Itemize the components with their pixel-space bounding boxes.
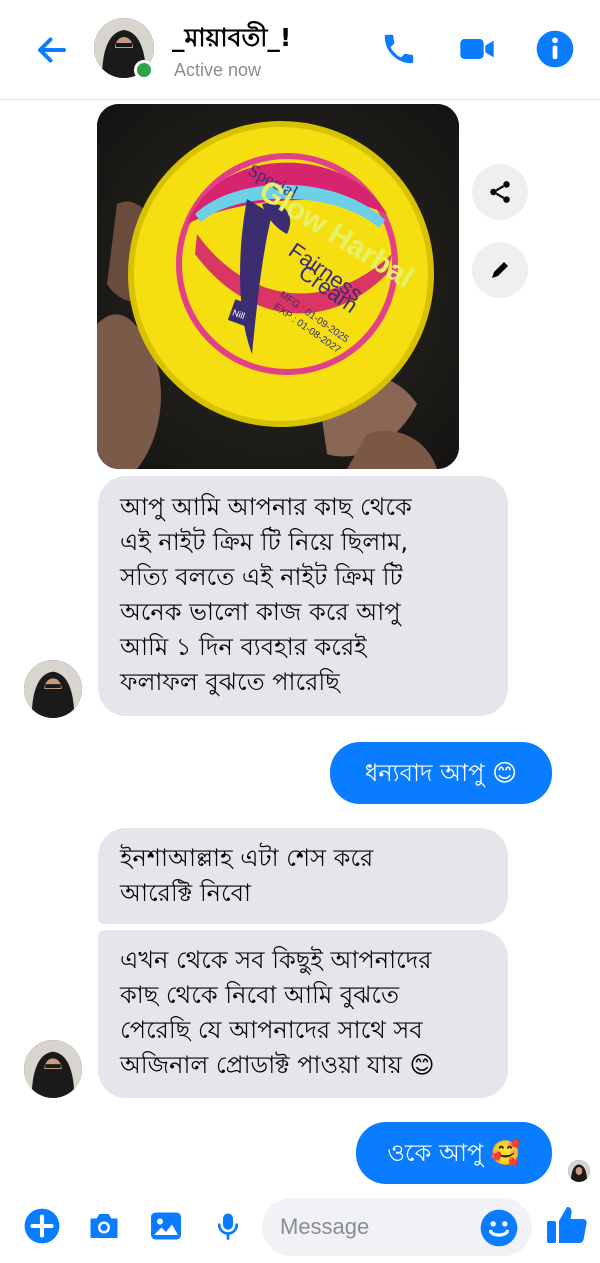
active-status: Active now	[174, 60, 262, 80]
incoming-message-3[interactable]: এখন থেকে সব কিছুই আপনাদের কাছ থেকে নিবো …	[98, 930, 508, 1098]
message-composer	[0, 1190, 600, 1263]
phone-icon	[384, 34, 414, 64]
message-line: এই নাইট ক্রিম টি নিয়ে ছিলাম,	[120, 528, 409, 556]
message-line: আপু আমি আপনার কাছ থেকে	[120, 493, 412, 521]
incoming-message-2[interactable]: ইনশাআল্লাহ এটা শেস করে আরেক্টি নিবো	[98, 828, 508, 924]
back-button[interactable]	[28, 28, 76, 72]
incoming-message-1[interactable]: আপু আমি আপনার কাছ থেকে এই নাইট ক্রিম টি …	[98, 476, 508, 716]
message-line: সত্যি বলতে এই নাইট ক্রিম টি	[120, 563, 403, 591]
info-button[interactable]	[534, 28, 576, 70]
arrow-left-icon	[38, 37, 66, 63]
message-line: অজিনাল প্রোডাক্ট পাওয়া যায় 😊	[120, 1051, 435, 1079]
camera-icon	[90, 1214, 118, 1238]
video-camera-icon	[460, 39, 494, 59]
edit-button[interactable]	[472, 242, 528, 298]
message-line: অনেক ভালো কাজ করে আপু	[120, 598, 401, 626]
thumbs-up-icon	[547, 1207, 587, 1243]
message-line: ইনশাআল্লাহ এটা শেস করে	[120, 844, 374, 872]
share-icon	[490, 181, 510, 203]
message-line: ফলাফল বুঝতে পারেছি	[120, 668, 340, 696]
emoji-icon	[480, 1209, 518, 1247]
more-actions-button[interactable]	[20, 1204, 64, 1248]
gallery-button[interactable]	[144, 1204, 188, 1248]
voice-button[interactable]	[206, 1204, 250, 1248]
sender-avatar[interactable]	[24, 1040, 82, 1098]
message-line: কাছ থেকে নিবো আমি বুঝতে	[120, 981, 400, 1009]
plus-icon	[24, 1208, 60, 1244]
emoji-button[interactable]	[478, 1207, 520, 1249]
sender-avatar[interactable]	[24, 660, 82, 718]
image-icon	[151, 1212, 181, 1240]
message-line: আমি ১ দিন ব্যবহার করেই	[120, 633, 367, 661]
product-photo[interactable]: Special Glow Harbal Fairness Cream MFG :…	[97, 104, 459, 469]
message-line: আরেক্টি নিবো	[120, 879, 251, 907]
microphone-icon	[217, 1213, 239, 1240]
info-icon	[536, 30, 574, 68]
outgoing-message-2[interactable]: ওকে আপু 🥰	[356, 1122, 552, 1184]
message-line: পেরেছি যে আপনাদের সাথে সব	[120, 1016, 423, 1044]
edit-icon	[492, 262, 508, 278]
outgoing-message-1[interactable]: ধন্যবাদ আপু 😊	[330, 742, 552, 804]
contact-name[interactable]: _মায়াবতী_!	[172, 18, 291, 61]
video-call-button[interactable]	[456, 28, 498, 70]
online-indicator	[134, 60, 154, 80]
camera-button[interactable]	[82, 1204, 126, 1248]
like-button[interactable]	[542, 1198, 592, 1252]
chat-header: _মায়াবতী_! Active now	[0, 0, 600, 100]
message-line: এখন থেকে সব কিছুই আপনাদের	[120, 946, 432, 974]
share-button[interactable]	[472, 164, 528, 220]
seen-avatar	[568, 1160, 590, 1182]
call-button[interactable]	[378, 28, 420, 70]
